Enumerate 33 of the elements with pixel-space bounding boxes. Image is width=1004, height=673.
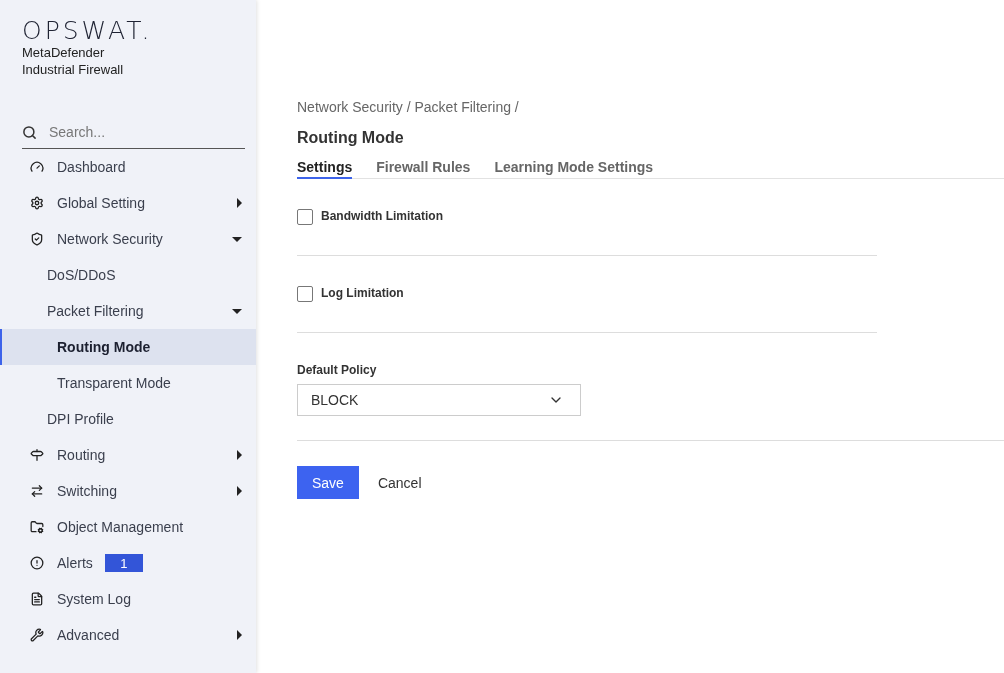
checkbox-label: Bandwidth Limitation (321, 209, 443, 223)
breadcrumb: Network Security / Packet Filtering / (297, 99, 520, 115)
cancel-button[interactable]: Cancel (362, 466, 437, 499)
policy-dropdown[interactable]: BLOCK (297, 384, 581, 416)
product-name: MetaDefender (22, 44, 106, 61)
tab[interactable]: Firewall Rules (376, 159, 471, 179)
nav-item[interactable]: Global Setting (0, 185, 256, 221)
nav-item[interactable]: Object Management (0, 509, 256, 545)
brand-logo: OPSWAT. (22, 18, 154, 44)
product-name: Industrial Firewall (22, 61, 125, 78)
nav-item[interactable]: Alerts 1 (0, 545, 256, 581)
nav-item[interactable]: Advanced (0, 617, 256, 653)
nav-item[interactable]: Routing (0, 437, 256, 473)
tab[interactable]: Settings (297, 159, 353, 179)
checkbox[interactable] (297, 286, 313, 302)
save-button[interactable]: Save (297, 466, 359, 499)
page-title: Routing Mode (297, 129, 405, 147)
count-badge: 1 (104, 554, 143, 572)
nav-item[interactable]: Network Security (0, 221, 256, 257)
checkbox[interactable] (297, 209, 313, 225)
nav-item[interactable]: Transparent Mode (0, 365, 256, 401)
nav-item[interactable]: Switching (0, 473, 256, 509)
search-icon (22, 124, 37, 140)
nav-item[interactable]: Routing Mode (0, 329, 256, 365)
checkbox-label: Log Limitation (321, 286, 404, 300)
nav-item[interactable]: DPI Profile (0, 401, 256, 437)
field-label: Default Policy (297, 363, 378, 377)
nav-item[interactable]: DoS/DDoS (0, 257, 256, 293)
nav-item[interactable]: Dashboard (0, 149, 256, 185)
nav-item[interactable]: System Log (0, 581, 256, 617)
search-field[interactable]: Search... (49, 124, 229, 140)
tab[interactable]: Learning Mode Settings (494, 159, 654, 179)
nav-item[interactable]: Packet Filtering (0, 293, 256, 329)
